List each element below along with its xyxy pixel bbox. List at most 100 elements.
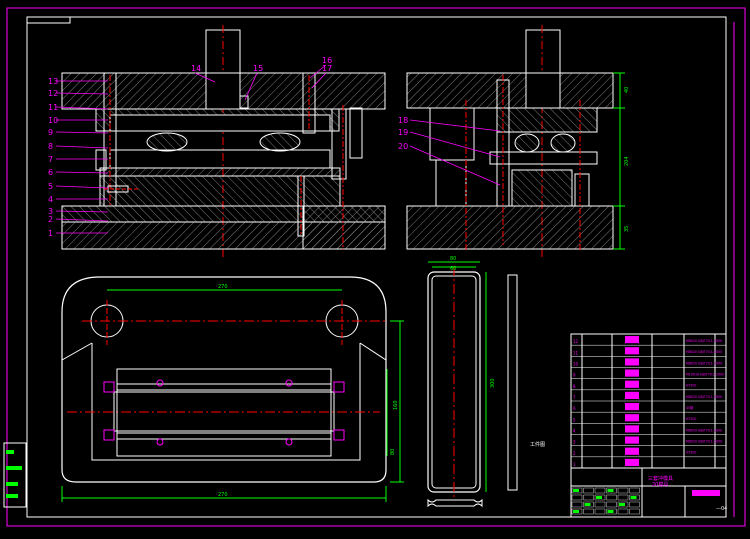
title-grid-cell (606, 494, 617, 501)
part-label-19-leader (409, 131, 501, 158)
bom-spec: M6X20 GB/T70.1-2000 (686, 339, 722, 343)
dim-side-bottom: 35 (624, 226, 630, 232)
title-grid-cell (571, 501, 583, 508)
part-label-20-leader (409, 145, 501, 186)
bom-name-cell (625, 336, 639, 344)
part-label-19: 19 (398, 128, 408, 137)
bom-name-cell (625, 358, 639, 366)
part-label-18-leader (409, 119, 501, 132)
title-block-title: 三套冲模具 (648, 475, 673, 482)
bom-item-number: 1 (573, 462, 576, 467)
title-grid-cell (571, 494, 583, 501)
bom-item-number: 2 (573, 451, 576, 456)
part-label-18: 18 (398, 116, 408, 125)
part-label-2: 2 (48, 215, 53, 224)
bom-spec: M8X20 GB/T70.1-2000 (686, 361, 722, 365)
drawing-canvas: 40 204 35 270 270 160 80 80 60 300 工件图 1… (3, 7, 746, 527)
bom-name-cell (625, 447, 639, 455)
title-grid-cell (594, 501, 606, 508)
part-label-8: 8 (48, 142, 53, 151)
title-grid-mark (607, 510, 614, 513)
part-label-15: 15 (253, 64, 263, 73)
bom-spec: M6X20 GB/T70.1-2000 (686, 428, 722, 432)
dim-plan-inner: 80 (390, 449, 396, 455)
title-block-subtitle: 20模具 (652, 481, 668, 488)
part-label-10: 10 (48, 116, 58, 125)
part-label-13: 13 (48, 77, 58, 86)
dim-side-total: 204 (624, 156, 630, 166)
bom-name-cell (625, 458, 639, 466)
title-grid-cell (617, 487, 629, 494)
title-grid-mark (607, 489, 614, 492)
bom-spec: M8X20 GB/T70.1-2000 (686, 350, 722, 354)
dim-plan-height: 160 (393, 400, 399, 410)
bill-of-materials: 12 11 10 9 8 7 6 5 4 3 2 1 M6X20 GB/T70.1-2000 M8X20 … (570, 333, 727, 518)
bom-spec: M10X16 GB/T70.1-2000 (686, 373, 724, 377)
bom-item-number: 5 (573, 417, 576, 422)
part-label-9: 9 (48, 128, 53, 137)
title-grid-cell (594, 487, 606, 494)
part-label-11: 11 (48, 103, 58, 112)
bom-spec: HT200 (686, 417, 696, 421)
part-label-12: 12 (48, 89, 58, 98)
title-grid-mark (630, 496, 637, 499)
title-grid-cell (606, 501, 617, 508)
title-grid-cell (594, 508, 606, 515)
part-label-17: 17 (322, 64, 332, 73)
bom-name-cell (625, 425, 639, 433)
title-grid-mark (573, 510, 579, 513)
bom-name-cell (625, 414, 639, 422)
bom-item-number: 7 (573, 395, 576, 400)
cad-drawing-sheet: 40 204 35 270 270 160 80 80 60 300 工件图 1… (0, 0, 750, 535)
part-label-20: 20 (398, 142, 408, 151)
bom-item-number: 9 (573, 373, 576, 378)
bom-name-cell (625, 369, 639, 377)
bom-item-number: 12 (573, 339, 579, 344)
title-grid-mark (619, 503, 625, 506)
bom-spec: HT200 (686, 384, 696, 388)
part-label-1: 1 (48, 229, 53, 238)
title-grid-cell (629, 508, 640, 515)
bom-spec: M8X20 GB/T70.1-2000 (686, 395, 722, 399)
bom-spec: HT200 (686, 451, 696, 455)
dim-strip-len: 300 (490, 378, 496, 388)
part-label-4: 4 (48, 195, 53, 204)
part-label-7: 7 (48, 155, 53, 164)
bom-item-number: 8 (573, 384, 576, 389)
sheet-number: —04 (716, 506, 727, 512)
dim-strip-b: 60 (450, 266, 456, 272)
title-grid-cell (583, 487, 594, 494)
dim-side-top: 40 (624, 87, 630, 93)
bom-name-cell (625, 403, 639, 411)
title-grid-cell (629, 501, 640, 508)
strip-layout (427, 261, 518, 508)
bom-name-cell (625, 380, 639, 388)
title-grid-cell (583, 508, 594, 515)
plan-view (61, 276, 404, 502)
part-label-8-leader (55, 145, 109, 149)
bom-item-number: 3 (573, 440, 576, 445)
bom-spec: M6X20 GB/T70.1-2000 (686, 440, 722, 444)
bom-item-number: 6 (573, 406, 576, 411)
title-grid-cell (617, 494, 629, 501)
part-label-5: 5 (48, 182, 53, 191)
title-grid-cell (583, 494, 594, 501)
bom-name-cell (625, 391, 639, 399)
side-section-view (406, 25, 625, 260)
part-label-9-leader (55, 131, 109, 134)
part-label-14: 14 (191, 64, 201, 73)
front-section-view (61, 25, 386, 260)
side-note: 工件图 (530, 441, 545, 448)
dim-plan-holes: 270 (218, 284, 228, 290)
dim-plan-width: 270 (218, 492, 228, 498)
bom-item-number: 10 (573, 362, 579, 367)
title-grid-cell (617, 508, 629, 515)
title-grid-mark (573, 489, 579, 492)
title-grid-cell (629, 487, 640, 494)
bom-item-number: 11 (573, 350, 579, 355)
bom-spec: 45钢 (686, 405, 693, 410)
dim-strip-a: 80 (450, 256, 456, 262)
bom-name-cell (625, 436, 639, 444)
bom-item-number: 4 (573, 429, 576, 434)
title-grid-mark (596, 496, 602, 499)
